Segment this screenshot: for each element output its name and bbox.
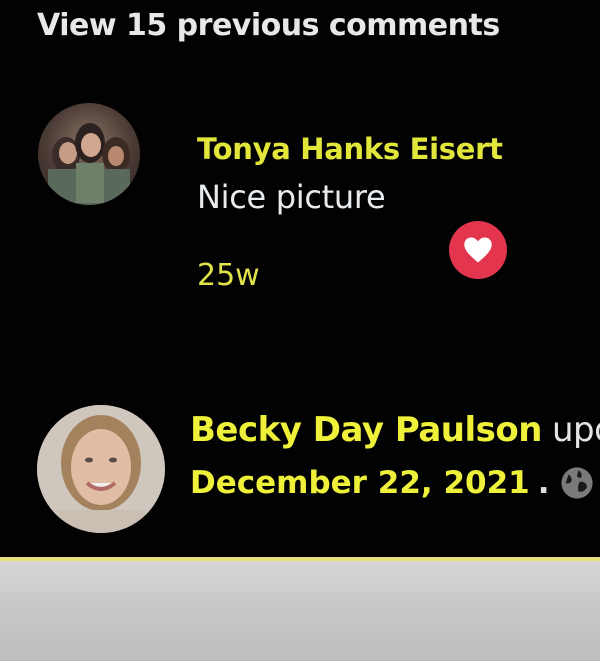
heart-icon (464, 237, 492, 263)
facebook-comments-view: View 15 previous comments Tonya Hanks Ei… (0, 0, 600, 661)
view-previous-comments-link[interactable]: View 15 previous comments (37, 8, 500, 43)
post-meta-row: December 22, 2021 . (190, 465, 594, 501)
post-author-avatar-photo (37, 405, 165, 533)
comment-author-name[interactable]: Tonya Hanks Eisert (197, 132, 503, 166)
post-date[interactable]: December 22, 2021 (190, 465, 530, 501)
commenter-avatar[interactable] (38, 103, 140, 205)
commenter-avatar-photo (48, 123, 130, 205)
post-header-line: Becky Day Paulsonupd (190, 410, 600, 450)
comment-text: Nice picture (197, 178, 386, 216)
post-action-text: upd (551, 410, 600, 450)
comment-timestamp[interactable]: 25w (197, 258, 260, 293)
comment-reaction-badge[interactable] (449, 221, 507, 279)
globe-icon[interactable] (560, 466, 594, 500)
post-author-avatar[interactable] (37, 405, 165, 533)
post-author-name[interactable]: Becky Day Paulson (190, 410, 542, 450)
post-content-preview (0, 561, 600, 661)
meta-separator: . (537, 465, 550, 501)
